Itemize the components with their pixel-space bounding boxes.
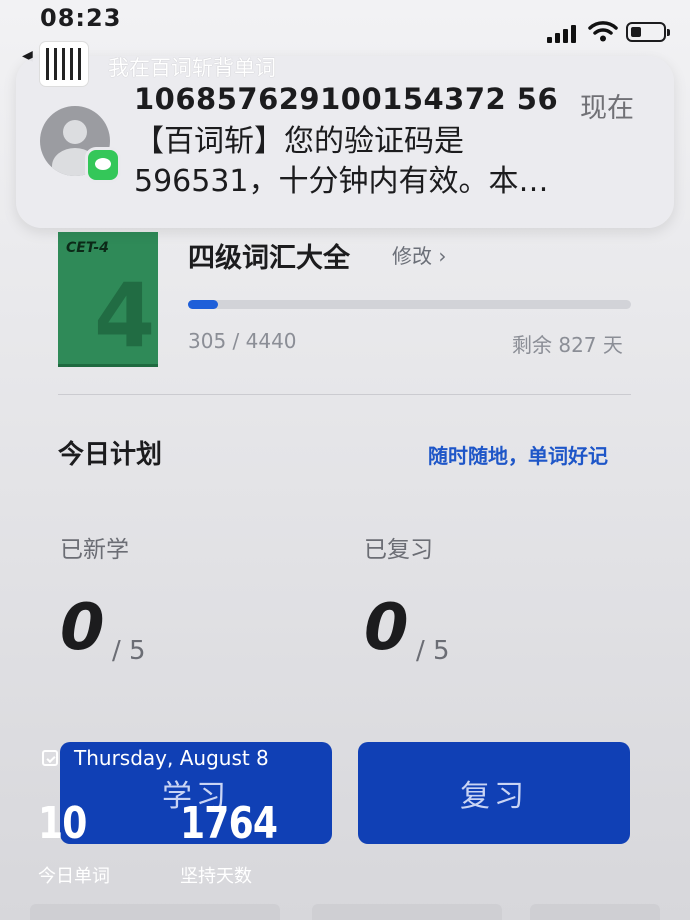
battery-icon <box>626 22 670 42</box>
reviewed-target: / 5 <box>416 636 450 666</box>
status-time: 08:23 <box>40 4 122 32</box>
new-learned-target: / 5 <box>112 636 146 666</box>
plan-title: 今日计划 <box>58 440 163 470</box>
messages-app-icon <box>88 150 118 180</box>
app-logo-icon <box>40 42 88 86</box>
plan-slogan: 随时随地，单词好记 <box>428 444 608 468</box>
book-cover[interactable]: CET-4 4 <box>58 232 158 367</box>
widget-words-today-label: 今日单词 <box>38 866 110 887</box>
new-learned-count: 0 <box>60 591 105 665</box>
notification-sender: 106857629100154372 56 <box>134 82 559 116</box>
edit-book-link[interactable]: 修改 › <box>392 240 446 269</box>
widget-words-today: 10 <box>38 798 87 849</box>
sms-notification[interactable]: 我在百词斩背单词 106857629100154372 56 现在 【百词斩】您… <box>16 42 674 228</box>
notification-body-line1: 【百词斩】您的验证码是 <box>134 124 464 159</box>
new-learned-label: 已新学 <box>60 537 129 563</box>
book-cover-number: 4 <box>94 264 156 367</box>
reviewed-label: 已复习 <box>364 537 433 563</box>
wifi-icon <box>588 21 618 42</box>
widget-streak-label: 坚持天数 <box>180 866 252 887</box>
progress-bar-fill <box>188 300 219 309</box>
cellular-signal-icon <box>547 25 579 43</box>
main-card: CET-4 4 四级词汇大全 修改 › 305 / 4440 剩余 827 天 … <box>30 228 660 918</box>
status-bar: 08:23 <box>0 0 690 44</box>
remaining-days: 剩余 827 天 <box>512 333 623 357</box>
book-cover-label: CET-4 <box>66 240 109 256</box>
notification-time: 现在 <box>580 93 634 124</box>
review-button[interactable]: 复习 <box>358 742 630 844</box>
widget-date: Thursday, August 8 <box>74 746 269 770</box>
notification-body-line2: 596531，十分钟内有效。本… <box>134 164 549 199</box>
progress-bar <box>188 300 631 309</box>
widget-streak-days: 1764 <box>180 798 278 849</box>
reviewed-count: 0 <box>364 591 409 665</box>
divider <box>58 394 631 395</box>
calendar-check-icon <box>42 750 58 766</box>
book-title: 四级词汇大全 <box>188 243 350 274</box>
progress-count: 305 / 4440 <box>188 329 297 353</box>
bottom-cards-peek <box>30 904 660 920</box>
notification-app-name: 我在百词斩背单词 <box>108 56 276 80</box>
